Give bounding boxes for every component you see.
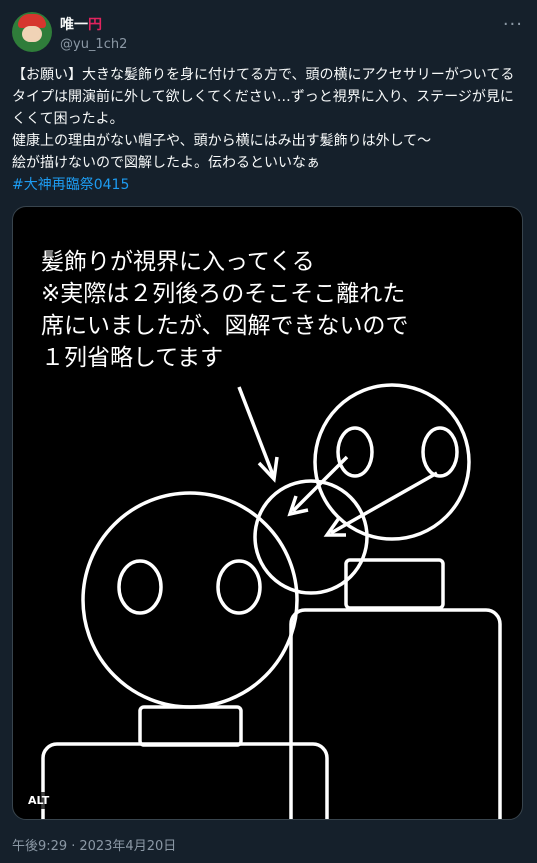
caption-line-3: 席にいましたが、図解できないので	[41, 312, 409, 338]
back-person-right-eye	[421, 426, 459, 478]
tweet-image[interactable]: 髪飾りが視界に入ってくる ※実際は２列後ろのそこそこ離れた 席にいましたが、図解…	[12, 206, 523, 820]
sightline-arrow-left	[291, 455, 349, 513]
avatar[interactable]	[12, 12, 52, 52]
alt-badge[interactable]: ALT	[23, 792, 55, 809]
back-person-neck	[344, 558, 445, 610]
back-person-body	[289, 608, 502, 819]
tweet-card: 唯一円 @yu_1ch2 ··· 【お願い】大きな髪飾りを身に付けてる方で、頭の…	[0, 0, 537, 863]
caption-line-1: 髪飾りが視界に入ってくる	[41, 248, 315, 274]
caption-line-2: ※実際は２列後ろのそこそこ離れた	[41, 280, 405, 306]
display-name[interactable]: 唯一円	[60, 14, 127, 34]
user-handle[interactable]: @yu_1ch2	[60, 37, 127, 52]
front-person-neck	[138, 705, 243, 747]
sightline-arrow-right	[330, 471, 438, 535]
tweet-text-line3: 絵が描けないので図解したよ。伝わるといいなぁ	[12, 155, 320, 171]
pointer-arrow-1	[237, 386, 275, 476]
front-person-left-eye	[117, 559, 163, 615]
tweet-text-line1: 【お願い】大きな髪飾りを身に付けてる方で、頭の横にアクセサリーがついてるタイプは…	[12, 67, 515, 127]
tweet-time: 午後9:29	[12, 839, 68, 854]
tweet-text: 【お願い】大きな髪飾りを身に付けてる方で、頭の横にアクセサリーがついてるタイプは…	[12, 64, 525, 196]
front-person-body	[41, 742, 329, 819]
avatar-face	[22, 26, 42, 42]
display-name-mark: 円	[88, 17, 102, 33]
diagram-illustration: 髪飾りが視界に入ってくる ※実際は２列後ろのそこそこ離れた 席にいましたが、図解…	[41, 248, 502, 819]
hair-ornament-circle	[253, 479, 369, 595]
tweet-timestamp[interactable]: 午後9:29 · 2023年4月20日	[12, 835, 176, 854]
meta-separator: ·	[71, 839, 76, 854]
more-horizontal-icon[interactable]: ···	[503, 14, 523, 35]
front-person-right-eye	[216, 559, 262, 615]
tweet-date: 2023年4月20日	[79, 839, 177, 854]
display-name-text: 唯一	[60, 17, 88, 33]
hashtag-link[interactable]: #大神再臨祭0415	[12, 177, 129, 193]
front-person-head	[81, 491, 299, 709]
author-names: 唯一円 @yu_1ch2	[60, 14, 127, 52]
tweet-text-line2: 健康上の理由がない帽子や、頭から横にはみ出す髪飾りは外して〜	[12, 133, 432, 149]
back-person-left-eye	[336, 426, 374, 478]
tweet-header: 唯一円 @yu_1ch2 ···	[12, 12, 525, 56]
caption-line-4: １列省略してます	[41, 344, 223, 370]
